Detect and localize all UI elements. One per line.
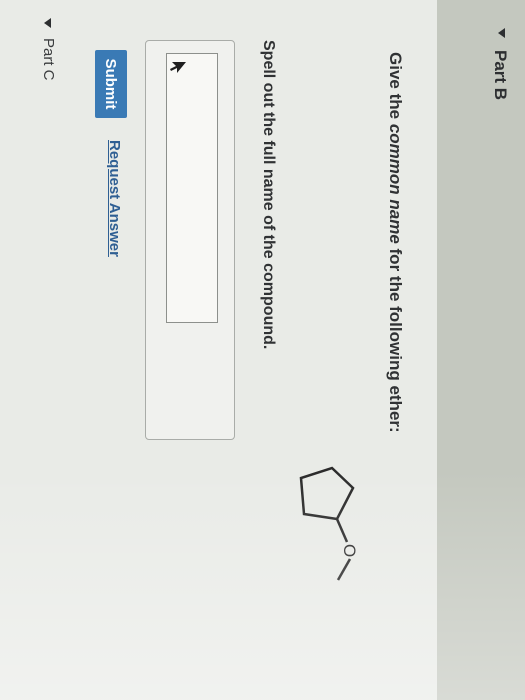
part-c-title[interactable]: Part C bbox=[40, 38, 57, 81]
question-prefix: Give the bbox=[386, 52, 405, 124]
answer-input[interactable] bbox=[166, 53, 218, 323]
question-emphasis: common name bbox=[386, 123, 405, 244]
cyclopentane-ring bbox=[299, 466, 355, 521]
answer-panel bbox=[145, 40, 235, 440]
oxygen-atom-label: O bbox=[340, 544, 359, 557]
question-suffix: for the following ether: bbox=[386, 243, 405, 433]
collapse-caret-icon[interactable] bbox=[44, 18, 51, 28]
methyl-bond bbox=[336, 558, 352, 581]
screen-content: Part B Give the common name for the foll… bbox=[0, 0, 525, 700]
mouse-cursor-icon bbox=[170, 62, 186, 73]
question-prompt: Give the common name for the following e… bbox=[385, 52, 405, 433]
ring-oxygen-bond bbox=[335, 518, 349, 543]
instruction-text: Spell out the full name of the compound. bbox=[260, 40, 277, 350]
part-b-title[interactable]: Part B bbox=[490, 50, 510, 100]
ether-structure: O bbox=[299, 466, 359, 581]
request-answer-link[interactable]: Request Answer bbox=[106, 140, 123, 257]
expand-caret-icon[interactable] bbox=[498, 28, 505, 38]
submit-button[interactable]: Submit bbox=[95, 50, 127, 118]
part-b-header[interactable] bbox=[437, 0, 525, 700]
